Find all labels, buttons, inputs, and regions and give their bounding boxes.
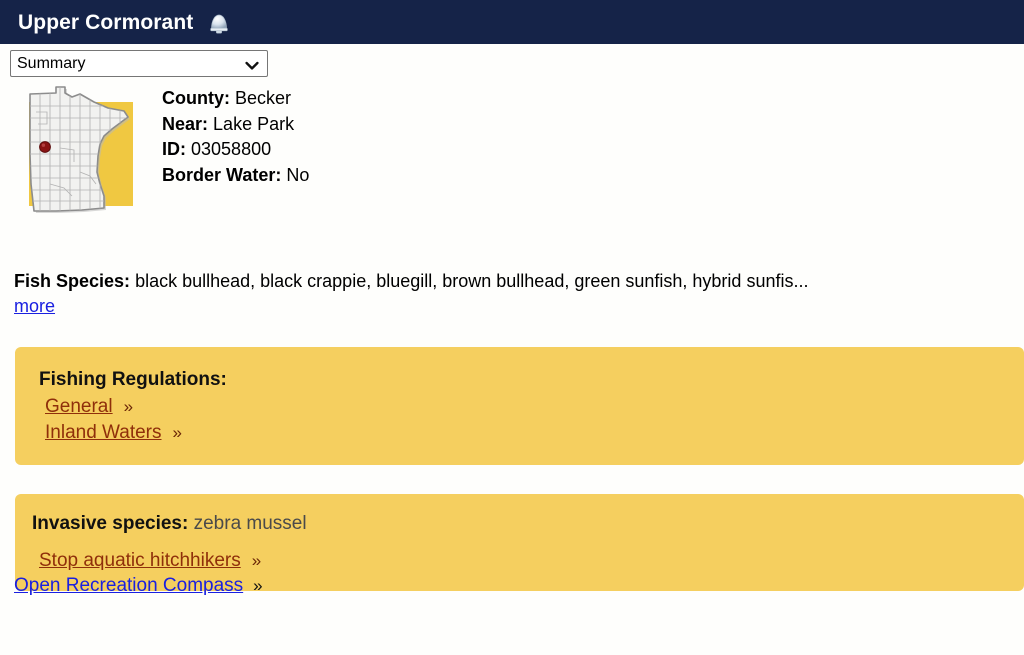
fact-id-value: 03058800	[191, 139, 272, 159]
page-title: Upper Cormorant	[18, 10, 194, 34]
fact-border-water-value: No	[286, 164, 310, 185]
minnesota-map-image	[16, 84, 147, 222]
page-header: Upper Cormorant	[0, 0, 1024, 44]
lake-dome-icon	[206, 10, 232, 36]
fish-species-more-link[interactable]: more	[14, 295, 55, 318]
invasive-species-line: Invasive species: zebra mussel	[32, 513, 307, 536]
page-body: Summary County: Becker Near: Lake Park I…	[0, 44, 1024, 655]
view-select[interactable]: Summary	[10, 50, 268, 77]
fish-species-label: Fish Species:	[14, 271, 131, 291]
open-recreation-compass-link[interactable]: Open Recreation Compass	[14, 575, 243, 597]
fish-species-value: black bullhead, black crappie, bluegill,…	[135, 271, 809, 291]
chevron-right-icon: »	[251, 551, 262, 570]
lake-info-row: County: Becker Near: Lake Park ID: 03058…	[16, 84, 309, 222]
lake-facts-list: County: Becker Near: Lake Park ID: 03058…	[162, 84, 309, 188]
fact-border-water: Border Water: No	[162, 163, 309, 189]
recreation-compass-row[interactable]: Open Recreation Compass »	[14, 575, 263, 597]
fishing-regulations-title: Fishing Regulations:	[39, 369, 227, 390]
fact-near-label: Near:	[162, 113, 209, 134]
invasive-species-label: Invasive species:	[32, 513, 189, 534]
fishing-regulations-panel: Fishing Regulations: General » Inland Wa…	[15, 347, 1024, 465]
chevron-right-icon: »	[253, 576, 263, 595]
fact-id: ID: 03058800	[162, 137, 309, 163]
regulation-link-inland-waters-row[interactable]: Inland Waters »	[45, 422, 182, 444]
lake-summary-page: Upper Cormorant Summary County: Becker N…	[0, 0, 1024, 655]
fish-species-line: Fish Species: black bullhead, black crap…	[14, 270, 1019, 293]
fact-county: County: Becker	[162, 86, 309, 112]
fact-county-value: Becker	[235, 88, 292, 108]
chevron-right-icon: »	[172, 423, 182, 442]
chevron-right-icon: »	[123, 397, 134, 416]
invasive-species-value: zebra mussel	[193, 513, 307, 534]
fact-near: Near: Lake Park	[162, 112, 309, 138]
stop-aquatic-hitchhikers-link[interactable]: Stop aquatic hitchhikers	[39, 550, 241, 572]
fact-county-label: County:	[162, 88, 230, 108]
fact-id-label: ID:	[162, 139, 186, 159]
stop-aquatic-hitchhikers-row[interactable]: Stop aquatic hitchhikers »	[39, 550, 261, 572]
fact-near-value: Lake Park	[213, 113, 295, 134]
fact-border-water-label: Border Water:	[162, 164, 282, 185]
view-selector[interactable]: Summary	[10, 50, 268, 77]
regulation-link-general[interactable]: General	[45, 396, 113, 418]
regulation-link-inland-waters[interactable]: Inland Waters	[45, 422, 162, 444]
regulation-link-general-row[interactable]: General »	[45, 396, 133, 418]
lake-location-marker	[39, 141, 51, 153]
